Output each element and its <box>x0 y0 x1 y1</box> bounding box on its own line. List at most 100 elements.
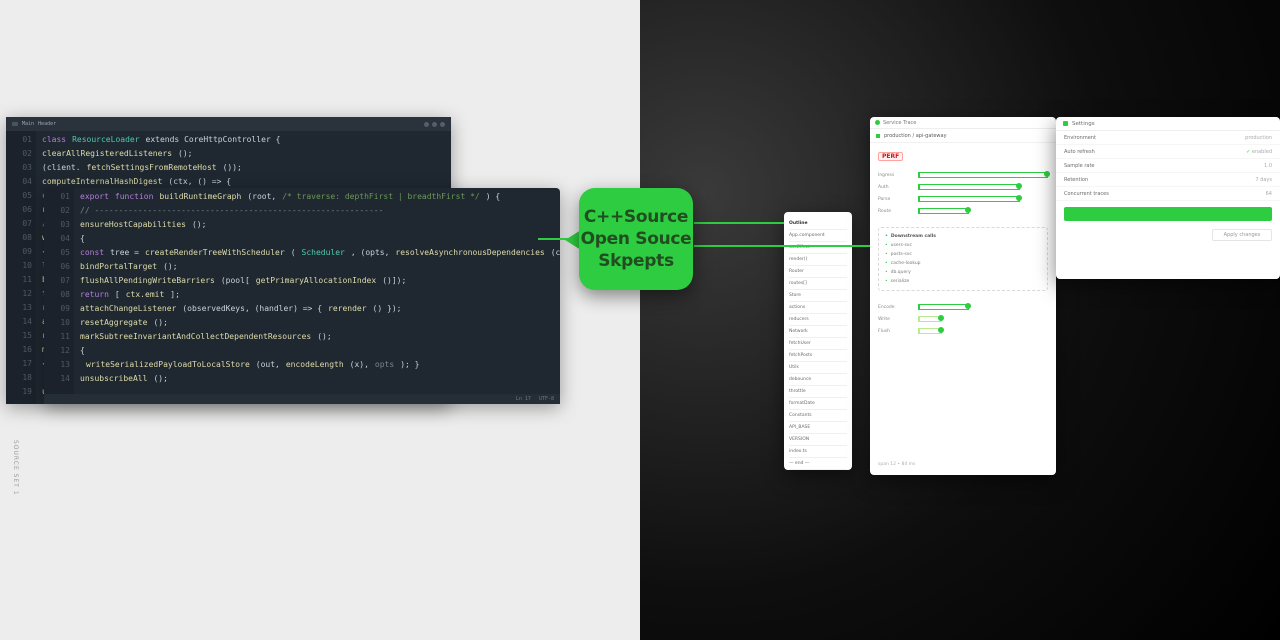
outline-item[interactable]: useEffect <box>789 242 847 254</box>
outline-item[interactable]: Network <box>789 326 847 338</box>
close-icon[interactable] <box>440 122 445 127</box>
window-menu-icon[interactable] <box>12 122 18 126</box>
code-token: ctx.emit <box>126 288 165 302</box>
status-encoding: UTF-8 <box>539 396 554 402</box>
code-line[interactable]: ensureHostCapabilities(); <box>80 218 554 232</box>
panel-header: Settings <box>1056 117 1280 131</box>
outline-item[interactable]: fetchPosts <box>789 350 847 362</box>
flow-step[interactable]: cache-lookup <box>885 259 1041 268</box>
outline-item[interactable]: reducers <box>789 314 847 326</box>
outline-item[interactable]: throttle <box>789 386 847 398</box>
flow-step[interactable]: posts-svc <box>885 250 1041 259</box>
outline-item[interactable]: index.ts <box>789 446 847 458</box>
settings-row[interactable]: Sample rate1.0 <box>1056 159 1280 173</box>
flow-step[interactable]: db.query <box>885 268 1041 277</box>
outline-item[interactable]: actions <box>789 302 847 314</box>
connector-wire <box>694 222 784 224</box>
code-line[interactable]: computeInternalHashDigest(ctx, () => { <box>42 175 445 189</box>
settings-row[interactable]: Concurrent traces64 <box>1056 187 1280 201</box>
code-token: (); <box>163 260 177 274</box>
flow-title: Downstream calls <box>885 232 1041 241</box>
code-line[interactable]: attachChangeListener(observedKeys, (hand… <box>80 302 554 316</box>
code-token: ]; <box>170 288 180 302</box>
code-line[interactable]: { <box>80 232 554 246</box>
line-number: 09 <box>44 302 70 316</box>
settings-row[interactable]: Auto refreshenabled <box>1056 145 1280 159</box>
span-row[interactable]: Auth <box>878 181 1048 193</box>
line-number: 08 <box>6 231 32 245</box>
span-bar[interactable] <box>918 172 1048 178</box>
span-node-icon <box>1016 195 1022 201</box>
span-row[interactable]: Flush <box>878 325 1048 337</box>
outline-item[interactable]: Constants <box>789 410 847 422</box>
editor-titlebar[interactable]: Main Header <box>6 117 451 131</box>
outline-item[interactable]: Router <box>789 266 847 278</box>
span-row[interactable]: Ingress <box>878 169 1048 181</box>
span-bar[interactable] <box>918 316 942 322</box>
flow-step[interactable]: serialize <box>885 277 1041 286</box>
span-row[interactable]: Route <box>878 205 1048 217</box>
line-number: 06 <box>6 203 32 217</box>
outline-panel[interactable]: OutlineApp.component useEffect render()R… <box>784 212 852 470</box>
status-line: Ln 17 <box>516 396 531 402</box>
code-token: () }); <box>373 302 402 316</box>
outline-item[interactable]: debounce <box>789 374 847 386</box>
span-row[interactable]: Parse <box>878 193 1048 205</box>
code-line[interactable]: classResourceLoaderextends CoreHttpContr… <box>42 133 445 147</box>
code-editor-secondary[interactable]: 0102030405060708091011121314 exportfunct… <box>44 188 560 404</box>
code-token: attachChangeListener <box>80 302 176 316</box>
settings-row[interactable]: Environmentproduction <box>1056 131 1280 145</box>
outline-item[interactable]: fetchUser <box>789 338 847 350</box>
span-row[interactable]: Write <box>878 313 1048 325</box>
editor-tab[interactable]: Main <box>22 121 34 127</box>
span-bar[interactable] <box>918 208 969 214</box>
settings-panel[interactable]: Settings EnvironmentproductionAuto refre… <box>1056 117 1280 279</box>
code-line[interactable]: writeSerializedPayloadToLocalStore(out,e… <box>80 358 554 372</box>
minimize-icon[interactable] <box>424 122 429 127</box>
code-line[interactable]: { <box>80 344 554 358</box>
perf-tag: PERF <box>878 152 903 161</box>
outline-item[interactable]: formatDate <box>789 398 847 410</box>
outline-item[interactable]: VERSION <box>789 434 847 446</box>
outline-item[interactable]: API_BASE <box>789 422 847 434</box>
outline-item[interactable]: render() <box>789 254 847 266</box>
panel-breadcrumb[interactable]: production / api-gateway <box>870 129 1056 143</box>
code-line[interactable]: flushAllPendingWriteBarriers(pool[getPri… <box>80 274 554 288</box>
settings-value: enabled <box>1246 149 1272 155</box>
span-row[interactable]: Encode <box>878 301 1048 313</box>
code-line[interactable]: consttree =createRenderTreeWithScheduler… <box>80 246 554 260</box>
trace-diagram-panel[interactable]: Service Trace production / api-gateway P… <box>870 117 1056 475</box>
flow-step[interactable]: users-svc <box>885 241 1041 250</box>
apply-button[interactable]: Apply changes <box>1212 229 1272 241</box>
code-area[interactable]: exportfunctionbuildRuntimeGraph(root,/* … <box>74 188 560 394</box>
editor-tab[interactable]: Header <box>38 121 56 127</box>
settings-row[interactable]: Retention7 days <box>1056 173 1280 187</box>
outline-item[interactable]: routes[] <box>789 278 847 290</box>
code-line[interactable]: clearAllRegisteredListeners(); <box>42 147 445 161</box>
span-bar[interactable] <box>918 184 1020 190</box>
code-line[interactable]: markSubtreeInvariantAndCollectDependentR… <box>80 330 554 344</box>
span-bar[interactable] <box>918 328 942 334</box>
settings-value: production <box>1245 135 1272 141</box>
span-bar[interactable] <box>918 196 1020 202</box>
code-line[interactable]: // -------------------------------------… <box>80 204 554 218</box>
code-line[interactable]: unsubscribeAll(); <box>80 372 554 386</box>
outline-item[interactable]: — end — <box>789 458 847 470</box>
outline-item[interactable]: App.component <box>789 230 847 242</box>
code-line[interactable]: return[ctx.emit]; <box>80 288 554 302</box>
line-number: 05 <box>44 246 70 260</box>
span-node-icon <box>1044 171 1050 177</box>
code-line[interactable]: exportfunctionbuildRuntimeGraph(root,/* … <box>80 190 554 204</box>
code-line[interactable]: bindPortalTarget(); <box>80 260 554 274</box>
outline-item[interactable]: Utils <box>789 362 847 374</box>
code-line[interactable]: (client.fetchSettingsFromRemoteHost()); <box>42 161 445 175</box>
code-token: , (opts, <box>351 246 390 260</box>
span-bar[interactable] <box>918 304 969 310</box>
line-number: 03 <box>6 161 32 175</box>
panel-title: Service Trace <box>883 120 916 126</box>
code-token: (); <box>153 316 167 330</box>
maximize-icon[interactable] <box>432 122 437 127</box>
code-line[interactable]: resetAggregate(); <box>80 316 554 330</box>
code-token: /* traverse: depthFirst | breadthFirst *… <box>282 190 479 204</box>
outline-item[interactable]: Store <box>789 290 847 302</box>
